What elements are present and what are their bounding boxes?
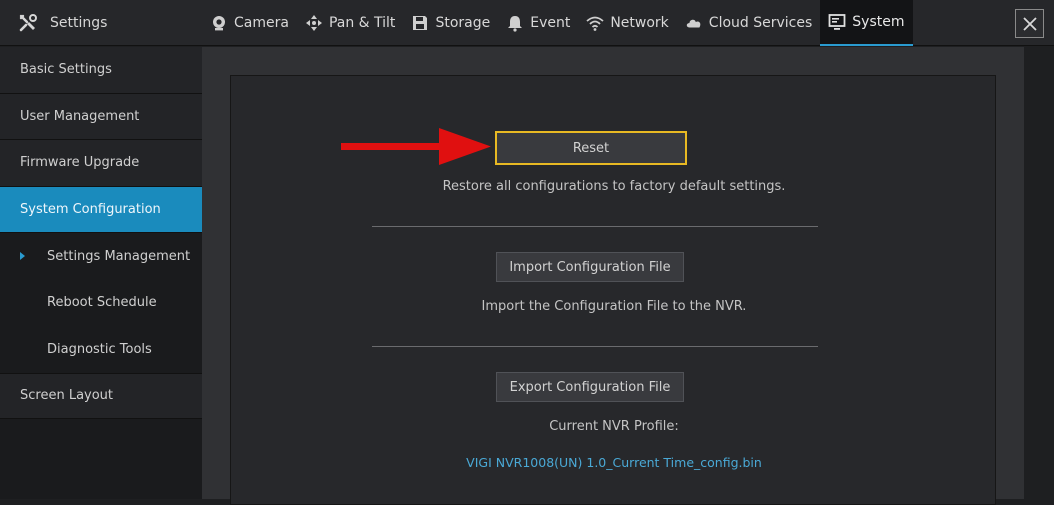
cloud-icon <box>686 19 701 28</box>
import-description: Import the Configuration File to the NVR… <box>481 299 747 314</box>
tab-cloud-services-label: Cloud Services <box>708 15 813 31</box>
wifi-icon <box>586 16 604 31</box>
monitor-icon <box>828 14 846 30</box>
tab-system[interactable]: System <box>820 0 913 46</box>
top-tabs: Camera Pan & Tilt Storage Event Network … <box>202 0 913 46</box>
sidebar-subitem-reboot-schedule[interactable]: Reboot Schedule <box>0 279 202 326</box>
tab-event-label: Event <box>530 15 571 31</box>
tab-pan-tilt[interactable]: Pan & Tilt <box>297 0 403 46</box>
storage-icon <box>413 16 428 30</box>
tab-network-label: Network <box>610 15 669 31</box>
camera-icon <box>213 16 225 31</box>
sidebar: Basic Settings User Management Firmware … <box>0 47 202 499</box>
sidebar-subitem-label: Settings Management <box>47 248 191 264</box>
reset-description: Restore all configurations to factory de… <box>442 179 786 194</box>
sidebar-item-basic-settings[interactable]: Basic Settings <box>0 47 202 94</box>
pan-tilt-icon <box>305 15 322 31</box>
export-config-button[interactable]: Export Configuration File <box>496 372 684 402</box>
sidebar-item-label: Basic Settings <box>20 62 112 78</box>
import-config-button[interactable]: Import Configuration File <box>496 252 684 282</box>
settings-title: Settings <box>50 15 108 31</box>
close-icon <box>1022 16 1037 31</box>
tab-storage[interactable]: Storage <box>403 0 498 46</box>
tab-system-label: System <box>852 14 905 30</box>
tab-pan-tilt-label: Pan & Tilt <box>328 15 396 31</box>
sidebar-item-label: User Management <box>20 108 140 124</box>
tab-camera[interactable]: Camera <box>202 0 297 46</box>
tab-network[interactable]: Network <box>578 0 676 46</box>
top-bar: Settings Camera Pan & Tilt Storage Event… <box>0 0 1054 46</box>
sidebar-subitem-diagnostic-tools[interactable]: Diagnostic Tools <box>0 326 202 373</box>
tab-cloud-services[interactable]: Cloud Services <box>677 0 820 46</box>
profile-file-link[interactable]: VIGI NVR1008(UN) 1.0_Current Time_config… <box>231 455 997 470</box>
red-arrow-icon <box>341 128 491 165</box>
sidebar-subitem-label: Diagnostic Tools <box>47 341 152 357</box>
reset-button[interactable]: Reset <box>495 131 687 165</box>
settings-brand: Settings <box>18 0 107 46</box>
tab-event[interactable]: Event <box>498 0 578 46</box>
section-divider <box>372 226 818 227</box>
close-button[interactable] <box>1015 9 1044 38</box>
main-content: Reset Restore all configurations to fact… <box>202 47 1024 505</box>
sidebar-item-firmware-upgrade[interactable]: Firmware Upgrade <box>0 140 202 187</box>
tab-storage-label: Storage <box>435 15 491 31</box>
sidebar-subitem-label: Reboot Schedule <box>47 295 157 311</box>
settings-management-panel: Reset Restore all configurations to fact… <box>230 75 996 505</box>
profile-label: Current NVR Profile: <box>549 419 679 434</box>
sidebar-item-user-management[interactable]: User Management <box>0 93 202 140</box>
tools-icon <box>19 14 37 32</box>
section-divider <box>372 346 818 347</box>
sidebar-subitem-settings-management[interactable]: Settings Management <box>0 233 202 280</box>
bell-icon <box>508 16 523 32</box>
right-edge-strip <box>1024 47 1054 499</box>
sidebar-item-system-configuration[interactable]: System Configuration <box>0 186 202 233</box>
sidebar-item-label: Screen Layout <box>20 388 114 404</box>
selected-marker-icon <box>20 252 25 260</box>
sidebar-item-label: System Configuration <box>20 201 161 217</box>
tab-camera-label: Camera <box>234 15 289 31</box>
sidebar-item-screen-layout[interactable]: Screen Layout <box>0 372 202 419</box>
sidebar-item-label: Firmware Upgrade <box>20 155 140 171</box>
